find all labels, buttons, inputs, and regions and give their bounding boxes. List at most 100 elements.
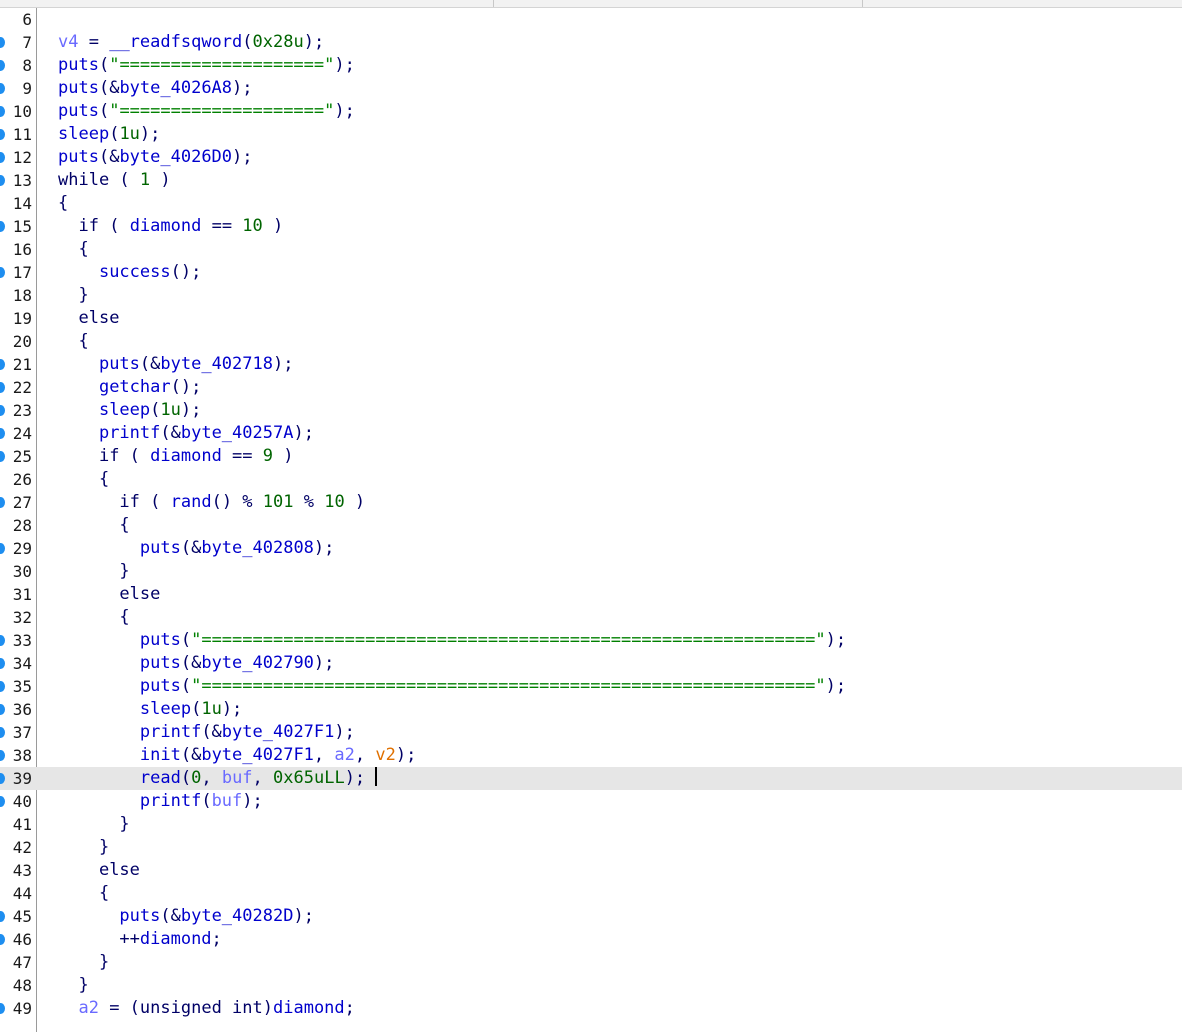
code-text[interactable]: puts("==================================…	[58, 629, 846, 652]
code-line[interactable]: 16 {	[0, 238, 1182, 261]
code-line[interactable]: 39 read(0, buf, 0x65uLL);	[0, 767, 1182, 790]
code-text[interactable]: v4 = __readfsqword(0x28u);	[58, 31, 324, 54]
code-line[interactable]: 6	[0, 8, 1182, 31]
code-line[interactable]: 31 else	[0, 583, 1182, 606]
code-text[interactable]: puts(&byte_402718);	[58, 353, 294, 376]
code-line[interactable]: 22 getchar();	[0, 376, 1182, 399]
code-line[interactable]: 9 puts(&byte_4026A8);	[0, 77, 1182, 100]
code-line[interactable]: 19 else	[0, 307, 1182, 330]
code-line[interactable]: 20 {	[0, 330, 1182, 353]
code-text[interactable]: printf(buf);	[58, 790, 263, 813]
code-text[interactable]: {	[58, 882, 109, 905]
code-text[interactable]: {	[58, 330, 88, 353]
code-line[interactable]: 25 if ( diamond == 9 )	[0, 445, 1182, 468]
code-line[interactable]: 34 puts(&byte_402790);	[0, 652, 1182, 675]
code-text[interactable]: {	[58, 514, 129, 537]
code-text[interactable]: puts("====================");	[58, 54, 355, 77]
code-text[interactable]: }	[58, 560, 129, 583]
code-line[interactable]: 48 }	[0, 974, 1182, 997]
code-line[interactable]: 32 {	[0, 606, 1182, 629]
code-line[interactable]: 45 puts(&byte_40282D);	[0, 905, 1182, 928]
code-line[interactable]: 38 init(&byte_4027F1, a2, v2);	[0, 744, 1182, 767]
code-text[interactable]: puts(&byte_402790);	[58, 652, 335, 675]
code-line[interactable]: 40 printf(buf);	[0, 790, 1182, 813]
pseudocode-view[interactable]: 6 7 v4 = __readfsqword(0x28u); 8 puts("=====…	[0, 8, 1182, 1020]
code-line[interactable]: 29 puts(&byte_402808);	[0, 537, 1182, 560]
code-line[interactable]: 41 }	[0, 813, 1182, 836]
code-line[interactable]: 35 puts("===============================…	[0, 675, 1182, 698]
code-line[interactable]: 36 sleep(1u);	[0, 698, 1182, 721]
code-text[interactable]: puts("==================================…	[58, 675, 846, 698]
code-text[interactable]: if ( diamond == 10 )	[58, 215, 283, 238]
code-text[interactable]: success();	[58, 261, 201, 284]
code-line[interactable]: 7 v4 = __readfsqword(0x28u);	[0, 31, 1182, 54]
code-line[interactable]: 8 puts("====================");	[0, 54, 1182, 77]
code-line[interactable]: 28 {	[0, 514, 1182, 537]
code-text[interactable]: {	[58, 468, 109, 491]
code-text[interactable]: sleep(1u);	[58, 123, 160, 146]
code-text[interactable]: printf(&byte_4027F1);	[58, 721, 355, 744]
code-token-func: puts	[139, 630, 181, 650]
code-line[interactable]: 49 a2 = (unsigned int)diamond;	[0, 997, 1182, 1020]
code-text[interactable]: sleep(1u);	[58, 698, 242, 721]
code-text[interactable]: {	[58, 192, 68, 215]
code-text[interactable]: puts("====================");	[58, 100, 355, 123]
code-text[interactable]: ++diamond;	[58, 928, 221, 951]
code-text[interactable]: puts(&byte_40282D);	[58, 905, 314, 928]
code-text[interactable]: else	[58, 859, 140, 882]
code-token-punct	[58, 538, 140, 558]
code-line[interactable]: 17 success();	[0, 261, 1182, 284]
code-text[interactable]: getchar();	[58, 376, 201, 399]
code-line[interactable]: 26 {	[0, 468, 1182, 491]
code-token-func: sleep	[98, 400, 151, 420]
tab-separator	[862, 0, 863, 7]
code-text[interactable]: if ( diamond == 9 )	[58, 445, 294, 468]
code-text[interactable]: }	[58, 836, 109, 859]
code-text[interactable]: puts(&byte_4026A8);	[58, 77, 253, 100]
line-number: 6	[22, 10, 32, 29]
code-line[interactable]: 21 puts(&byte_402718);	[0, 353, 1182, 376]
code-line[interactable]: 24 printf(&byte_40257A);	[0, 422, 1182, 445]
code-text[interactable]: puts(&byte_402808);	[58, 537, 335, 560]
code-line[interactable]: 18 }	[0, 284, 1182, 307]
code-line[interactable]: 33 puts("===============================…	[0, 629, 1182, 652]
code-token-punct: (	[109, 124, 120, 144]
code-text[interactable]: sleep(1u);	[58, 399, 201, 422]
code-text[interactable]: else	[58, 307, 119, 330]
code-text[interactable]: printf(&byte_40257A);	[58, 422, 314, 445]
code-line[interactable]: 27 if ( rand() % 101 % 10 )	[0, 491, 1182, 514]
code-line[interactable]: 47 }	[0, 951, 1182, 974]
code-text[interactable]: }	[58, 974, 88, 997]
code-line[interactable]: 14 {	[0, 192, 1182, 215]
code-text[interactable]: {	[58, 238, 88, 261]
code-line[interactable]: 23 sleep(1u);	[0, 399, 1182, 422]
code-text[interactable]: {	[58, 606, 129, 629]
code-text[interactable]: else	[58, 583, 160, 606]
code-line[interactable]: 15 if ( diamond == 10 )	[0, 215, 1182, 238]
code-line[interactable]: 42 }	[0, 836, 1182, 859]
code-text[interactable]: if ( rand() % 101 % 10 )	[58, 491, 365, 514]
code-text[interactable]: puts(&byte_4026D0);	[58, 146, 253, 169]
code-text[interactable]: }	[58, 813, 129, 836]
line-number: 13	[12, 171, 32, 190]
code-line[interactable]: 12 puts(&byte_4026D0);	[0, 146, 1182, 169]
code-line[interactable]: 11 sleep(1u);	[0, 123, 1182, 146]
code-text[interactable]: while ( 1 )	[58, 169, 171, 192]
code-line[interactable]: 13 while ( 1 )	[0, 169, 1182, 192]
code-text[interactable]: }	[58, 284, 88, 307]
code-line[interactable]: 46 ++diamond;	[0, 928, 1182, 951]
code-token-global: byte_402808	[201, 538, 314, 558]
code-line[interactable]: 10 puts("====================");	[0, 100, 1182, 123]
code-text[interactable]: }	[58, 951, 109, 974]
code-token-keyword: else	[98, 860, 140, 880]
line-number: 42	[12, 838, 32, 857]
code-text[interactable]: read(0, buf, 0x65uLL);	[58, 767, 378, 790]
code-text[interactable]: init(&byte_4027F1, a2, v2);	[58, 744, 416, 767]
code-line[interactable]: 37 printf(&byte_4027F1);	[0, 721, 1182, 744]
code-line[interactable]: 43 else	[0, 859, 1182, 882]
code-token-func: puts	[58, 147, 99, 167]
code-text[interactable]: a2 = (unsigned int)diamond;	[58, 997, 354, 1020]
code-line[interactable]: 44 {	[0, 882, 1182, 905]
code-line[interactable]: 30 }	[0, 560, 1182, 583]
code-token-func: printf	[139, 722, 202, 742]
